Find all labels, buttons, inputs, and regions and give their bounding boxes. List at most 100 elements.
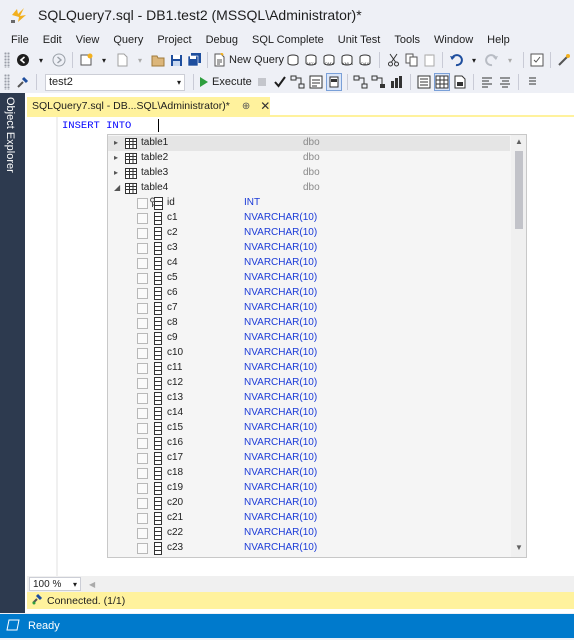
client-stats-icon[interactable] [389, 73, 405, 91]
new-query-button[interactable]: New Query [213, 51, 284, 69]
completion-column-row[interactable]: c7 NVARCHAR(10) [108, 301, 510, 316]
column-checkbox[interactable] [137, 288, 148, 299]
column-checkbox[interactable] [137, 543, 148, 554]
completion-column-row[interactable]: c18 NVARCHAR(10) [108, 466, 510, 481]
column-checkbox[interactable] [137, 213, 148, 224]
results-to-file-icon[interactable] [452, 73, 468, 91]
column-checkbox[interactable] [137, 273, 148, 284]
column-checkbox[interactable] [137, 483, 148, 494]
column-checkbox[interactable] [137, 438, 148, 449]
undo-icon[interactable] [448, 51, 464, 69]
column-checkbox[interactable] [137, 333, 148, 344]
column-checkbox[interactable] [137, 258, 148, 269]
column-checkbox[interactable] [137, 423, 148, 434]
dax-query-icon[interactable]: DAX [358, 51, 374, 69]
zoom-select[interactable]: 100 % ▾ [29, 577, 81, 591]
stop-icon[interactable] [254, 73, 270, 91]
expand-arrow-icon[interactable]: ▸ [114, 153, 118, 162]
column-checkbox[interactable] [137, 228, 148, 239]
comment-lines-icon[interactable] [479, 73, 495, 91]
dmx-query-icon[interactable]: DMX [322, 51, 338, 69]
execute-button[interactable]: Execute [199, 73, 252, 91]
completion-list[interactable]: ▸ table1 dbo ▸ table2 dbo ▸ table3 dbo ◢ table4 dbo… [108, 136, 510, 556]
completion-column-row[interactable]: c13 NVARCHAR(10) [108, 391, 510, 406]
new-project-icon[interactable] [78, 51, 94, 69]
database-select[interactable]: test2 ▾ [45, 73, 185, 91]
completion-table-row[interactable]: ▸ table1 dbo [108, 136, 510, 151]
column-checkbox[interactable] [137, 318, 148, 329]
output-window-icon[interactable] [6, 619, 20, 634]
completion-column-row[interactable]: c11 NVARCHAR(10) [108, 361, 510, 376]
completion-column-row[interactable]: c14 NVARCHAR(10) [108, 406, 510, 421]
toolbar-grip[interactable] [4, 74, 10, 90]
database-query-icon[interactable] [286, 51, 302, 69]
completion-column-row[interactable]: c3 NVARCHAR(10) [108, 241, 510, 256]
live-stats-icon[interactable] [371, 73, 387, 91]
menu-tools[interactable]: Tools [387, 34, 427, 46]
expand-arrow-icon[interactable]: ▸ [114, 138, 118, 147]
results-to-grid-icon[interactable] [433, 73, 450, 91]
completion-column-row[interactable]: c4 NVARCHAR(10) [108, 256, 510, 271]
menu-query[interactable]: Query [106, 34, 150, 46]
completion-column-row[interactable]: c5 NVARCHAR(10) [108, 271, 510, 286]
solution-explorer-icon[interactable] [529, 51, 545, 69]
save-all-icon[interactable] [186, 51, 202, 69]
completion-column-row[interactable]: c21 NVARCHAR(10) [108, 511, 510, 526]
forward-icon[interactable] [51, 51, 67, 69]
column-checkbox[interactable] [137, 243, 148, 254]
dropdown-arrow-icon[interactable]: ▾ [502, 51, 518, 69]
completion-column-row[interactable]: c17 NVARCHAR(10) [108, 451, 510, 466]
change-connection-icon[interactable] [15, 73, 31, 91]
results-to-text-icon[interactable] [416, 73, 432, 91]
popup-scrollbar[interactable]: ▲ ▼ [511, 135, 526, 557]
parse-checkmark-icon[interactable] [272, 73, 288, 91]
column-checkbox[interactable] [137, 303, 148, 314]
column-checkbox[interactable] [137, 348, 148, 359]
open-folder-icon[interactable] [150, 51, 166, 69]
document-tab[interactable]: SQLQuery7.sql - DB...SQL\Administrator)*… [27, 97, 270, 115]
actual-plan-icon[interactable] [353, 73, 369, 91]
xmla-query-icon[interactable]: XMLA [340, 51, 356, 69]
menu-debug[interactable]: Debug [199, 34, 245, 46]
save-icon[interactable] [168, 51, 184, 69]
completion-popup[interactable]: ▸ table1 dbo ▸ table2 dbo ▸ table3 dbo ◢ table4 dbo… [107, 134, 527, 558]
completion-column-row[interactable]: c19 NVARCHAR(10) [108, 481, 510, 496]
properties-icon[interactable] [556, 51, 572, 69]
estimated-plan-icon[interactable] [290, 73, 306, 91]
cut-icon[interactable] [385, 51, 401, 69]
back-icon[interactable] [15, 51, 31, 69]
new-file-icon[interactable] [114, 51, 130, 69]
collapse-arrow-icon[interactable]: ◢ [114, 183, 120, 192]
menu-sql-complete[interactable]: SQL Complete [245, 34, 331, 46]
column-checkbox[interactable] [137, 513, 148, 524]
menu-help[interactable]: Help [480, 34, 517, 46]
column-checkbox[interactable] [137, 528, 148, 539]
intellisense-toggle-icon[interactable] [325, 73, 342, 91]
expand-arrow-icon[interactable]: ▸ [114, 168, 118, 177]
scroll-left-icon[interactable]: ◀ [89, 580, 95, 589]
completion-column-row[interactable]: c20 NVARCHAR(10) [108, 496, 510, 511]
column-checkbox[interactable] [137, 363, 148, 374]
mdx-query-icon[interactable]: MDX [304, 51, 320, 69]
completion-column-row[interactable]: c2 NVARCHAR(10) [108, 226, 510, 241]
completion-table-row[interactable]: ◢ table4 dbo [108, 181, 510, 196]
menu-file[interactable]: File [4, 34, 36, 46]
completion-column-row[interactable]: c16 NVARCHAR(10) [108, 436, 510, 451]
copy-icon[interactable] [403, 51, 419, 69]
uncomment-lines-icon[interactable] [497, 73, 513, 91]
completion-column-row[interactable]: c6 NVARCHAR(10) [108, 286, 510, 301]
dropdown-arrow-icon[interactable]: ▾ [33, 51, 49, 69]
column-checkbox[interactable] [137, 408, 148, 419]
completion-table-row[interactable]: ▸ table2 dbo [108, 151, 510, 166]
completion-column-row[interactable]: id INT [108, 196, 510, 211]
menu-unit-test[interactable]: Unit Test [331, 34, 388, 46]
completion-column-row[interactable]: c12 NVARCHAR(10) [108, 376, 510, 391]
object-explorer-tab[interactable]: Object Explorer [0, 93, 25, 183]
menu-view[interactable]: View [69, 34, 107, 46]
completion-column-row[interactable]: c8 NVARCHAR(10) [108, 316, 510, 331]
scroll-up-icon[interactable]: ▲ [511, 135, 526, 149]
scroll-down-icon[interactable]: ▼ [511, 541, 526, 555]
redo-icon[interactable] [484, 51, 500, 69]
completion-column-row[interactable]: c22 NVARCHAR(10) [108, 526, 510, 541]
paste-icon[interactable] [421, 51, 437, 69]
